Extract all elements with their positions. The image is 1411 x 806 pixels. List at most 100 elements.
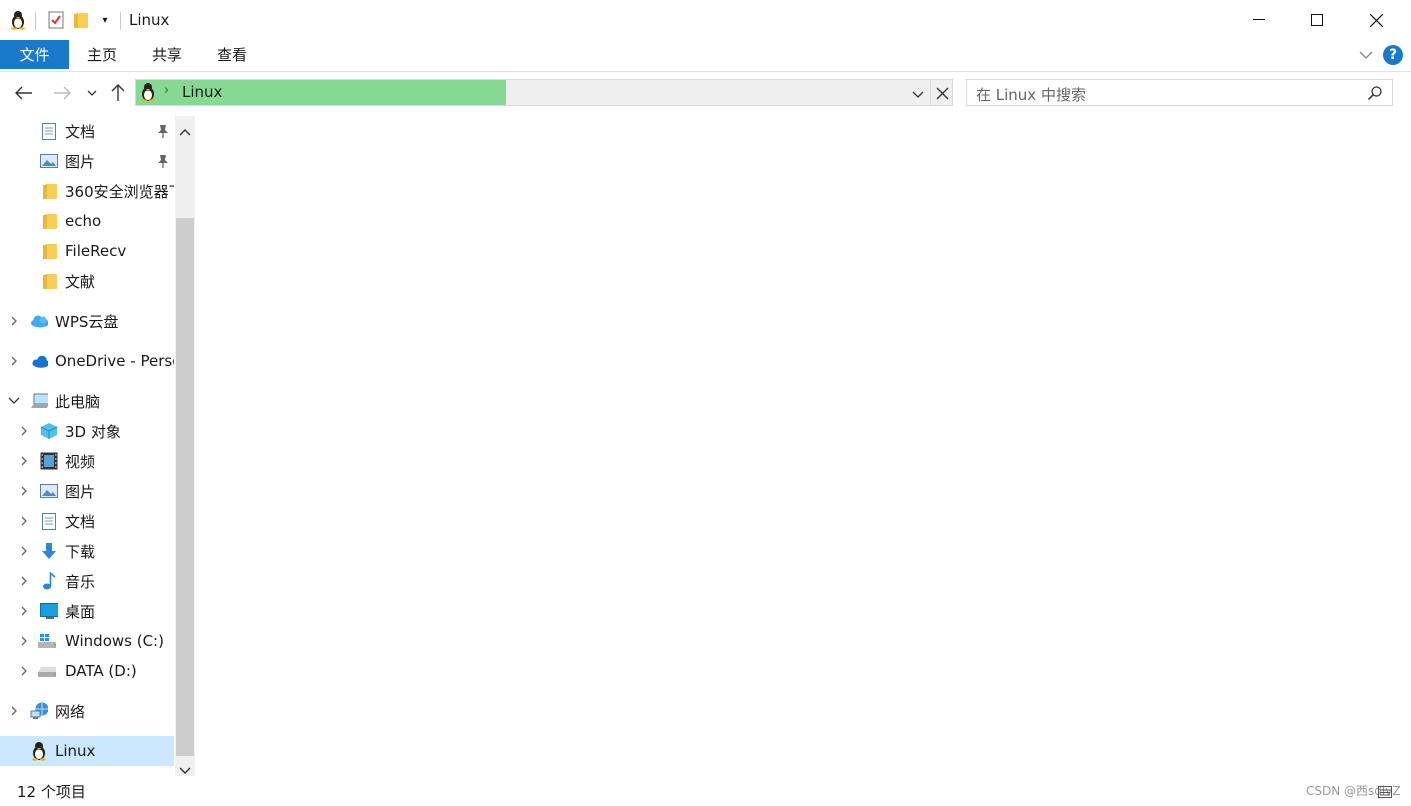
back-button[interactable]	[11, 80, 37, 106]
tux-location-icon	[139, 82, 157, 106]
chevron-right-icon[interactable]	[17, 424, 31, 438]
nav-item-3d-objects[interactable]: 3D 对象	[0, 416, 174, 446]
search-input[interactable]: 在 Linux 中搜索	[976, 84, 1086, 105]
nav-item-documents-pinned[interactable]: 文档	[0, 116, 174, 146]
nav-item-folder[interactable]: 文献	[0, 266, 174, 296]
chevron-right-icon[interactable]	[17, 574, 31, 588]
tab-home[interactable]: 主页	[73, 40, 131, 69]
address-bar[interactable]: › Linux	[135, 79, 953, 106]
up-button[interactable]	[105, 80, 131, 106]
drive-icon	[38, 662, 56, 680]
pictures-icon	[40, 482, 58, 500]
nav-item-linux-selected[interactable]: Linux	[0, 736, 174, 766]
nav-item-documents[interactable]: 文档	[0, 506, 174, 536]
search-icon[interactable]	[1367, 85, 1383, 105]
forward-button[interactable]	[49, 80, 75, 106]
nav-item-network[interactable]: 网络	[0, 696, 174, 726]
nav-label: DATA (D:)	[65, 662, 137, 680]
nav-label: 3D 对象	[65, 422, 121, 441]
nav-label: Linux	[55, 742, 96, 760]
chevron-right-icon[interactable]	[7, 354, 21, 368]
scrollbar-thumb[interactable]	[176, 218, 194, 756]
nav-label: 文档	[65, 122, 96, 141]
details-view-icon[interactable]	[1378, 784, 1392, 802]
3d-objects-icon	[40, 422, 58, 440]
new-folder-icon[interactable]	[71, 9, 93, 31]
tab-view[interactable]: 查看	[203, 40, 261, 69]
pin-icon[interactable]	[157, 124, 169, 138]
ribbon-tabs: 文件 主页 共享 查看 ?	[0, 40, 1411, 72]
videos-icon	[40, 452, 58, 470]
tab-share[interactable]: 共享	[138, 40, 196, 69]
separator	[120, 12, 121, 30]
title-bar: ▾ Linux	[0, 0, 1411, 40]
nav-label: 360安全浏览器下载	[65, 182, 174, 201]
chevron-right-icon[interactable]	[17, 634, 31, 648]
documents-icon	[40, 122, 58, 140]
recent-locations-button[interactable]	[80, 80, 104, 106]
nav-label: 音乐	[65, 572, 96, 591]
tux-app-icon[interactable]	[7, 9, 29, 31]
scroll-up-icon[interactable]	[179, 122, 191, 140]
nav-item-desktop[interactable]: 桌面	[0, 596, 174, 626]
chevron-right-icon[interactable]	[7, 314, 21, 328]
nav-item-pictures-pinned[interactable]: 图片	[0, 146, 174, 176]
nav-item-data-drive[interactable]: DATA (D:)	[0, 656, 174, 686]
search-box[interactable]: 在 Linux 中搜索	[966, 79, 1393, 106]
network-icon	[30, 702, 48, 720]
nav-item-onedrive[interactable]: OneDrive - Personal	[0, 346, 174, 376]
nav-label: OneDrive - Personal	[55, 352, 174, 370]
separator	[35, 12, 36, 30]
minimize-button[interactable]	[1230, 0, 1288, 40]
nav-item-folder[interactable]: FileRecv	[0, 236, 174, 266]
nav-item-wps-cloud[interactable]: WPS云盘	[0, 306, 174, 336]
breadcrumb-linux[interactable]: Linux	[182, 83, 222, 101]
properties-icon[interactable]	[45, 9, 67, 31]
expand-ribbon-icon[interactable]	[1358, 47, 1374, 63]
address-dropdown-icon[interactable]	[912, 86, 924, 104]
file-list-area[interactable]	[198, 116, 1403, 776]
chevron-down-icon[interactable]	[7, 394, 21, 408]
chevron-right-icon[interactable]	[17, 664, 31, 678]
nav-item-videos[interactable]: 视频	[0, 446, 174, 476]
nav-label: echo	[65, 212, 102, 230]
chevron-right-icon[interactable]	[7, 704, 21, 718]
status-item-count: 12 个项目	[17, 783, 86, 801]
pictures-icon	[40, 152, 58, 170]
nav-item-folder[interactable]: echo	[0, 206, 174, 236]
nav-item-downloads[interactable]: 下载	[0, 536, 174, 566]
nav-label: 图片	[65, 152, 96, 171]
chevron-right-icon[interactable]	[17, 544, 31, 558]
maximize-button[interactable]	[1288, 0, 1346, 40]
separator	[930, 80, 931, 105]
folder-icon	[42, 182, 60, 200]
wps-cloud-icon	[30, 312, 48, 330]
chevron-right-icon[interactable]	[17, 484, 31, 498]
clear-address-icon[interactable]	[936, 86, 949, 104]
tab-file[interactable]: 文件	[0, 40, 69, 69]
customize-toolbar-icon[interactable]: ▾	[94, 9, 116, 31]
help-icon[interactable]: ?	[1383, 45, 1403, 65]
chevron-right-icon[interactable]	[17, 514, 31, 528]
desktop-icon	[40, 602, 58, 620]
nav-item-folder[interactable]: 360安全浏览器下载	[0, 176, 174, 206]
nav-label: Windows (C:)	[65, 632, 164, 650]
pin-icon[interactable]	[157, 154, 169, 168]
nav-label: 桌面	[65, 602, 96, 621]
nav-label: 网络	[55, 702, 86, 721]
windows-drive-icon	[38, 632, 56, 650]
chevron-right-icon[interactable]	[17, 454, 31, 468]
window-title: Linux	[129, 11, 170, 29]
nav-item-pictures[interactable]: 图片	[0, 476, 174, 506]
folder-icon	[42, 272, 60, 290]
nav-item-windows-drive[interactable]: Windows (C:)	[0, 626, 174, 656]
scroll-down-icon[interactable]	[179, 761, 191, 779]
nav-label: 视频	[65, 452, 96, 471]
nav-label: 下载	[65, 542, 96, 561]
nav-item-this-pc[interactable]: 此电脑	[0, 386, 174, 416]
nav-item-music[interactable]: 音乐	[0, 566, 174, 596]
chevron-right-icon[interactable]	[17, 604, 31, 618]
breadcrumb-chevron-icon[interactable]: ›	[164, 83, 169, 98]
close-button[interactable]	[1347, 0, 1405, 40]
folder-icon	[42, 242, 60, 260]
